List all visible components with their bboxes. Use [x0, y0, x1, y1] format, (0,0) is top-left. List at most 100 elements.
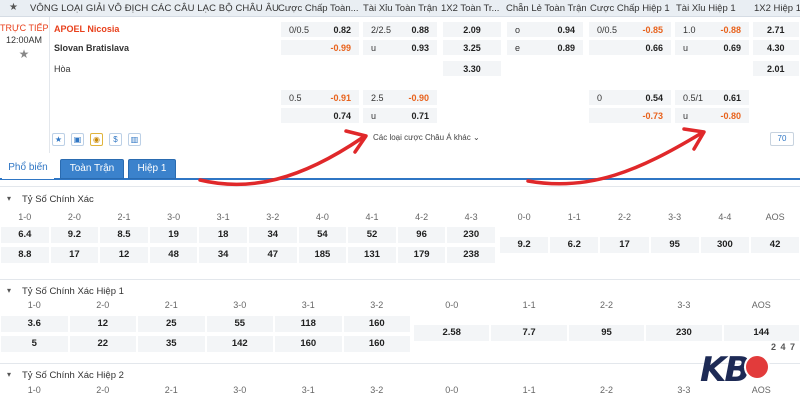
score-header: 1-1: [522, 385, 536, 395]
odds-hdp-ft-away[interactable]: -0.99: [280, 39, 360, 56]
coin-icon[interactable]: ◉: [90, 133, 103, 146]
odds-oe-ft-odd[interactable]: o 0.94: [506, 21, 584, 38]
score-odds-home[interactable]: 96: [396, 226, 447, 244]
score-header: 0-0: [445, 385, 459, 395]
tab-full-match[interactable]: Toàn Trận: [60, 159, 124, 179]
dollar-icon[interactable]: $: [109, 133, 122, 146]
score-odds-home[interactable]: 52: [347, 226, 397, 244]
score-odds-away[interactable]: 35: [137, 335, 206, 353]
alt-odds-hdp-h1-away[interactable]: -0.73: [588, 107, 672, 124]
score-odds-draw[interactable]: 17: [599, 236, 650, 254]
odds-1x2-h1-away[interactable]: 4.30: [752, 39, 800, 56]
score-odds-away[interactable]: 47: [248, 246, 298, 264]
score-odds-home[interactable]: 55: [205, 315, 274, 333]
tab-first-half[interactable]: Hiệp 1: [128, 159, 176, 179]
section-correct-score-h2[interactable]: ▾ Tỷ Số Chính Xác Hiệp 2: [0, 369, 800, 383]
score-odds-home[interactable]: 8.5: [99, 226, 149, 244]
odds-1x2-h1-home[interactable]: 2.71: [752, 21, 800, 38]
score-odds-home[interactable]: 3.6: [0, 315, 69, 333]
odds-1x2-ft-draw[interactable]: 3.30: [442, 60, 502, 77]
score-odds-away[interactable]: 131: [347, 246, 397, 264]
section-correct-score[interactable]: ▾ Tỷ Số Chính Xác: [0, 193, 800, 207]
score-odds-away[interactable]: 5: [0, 335, 69, 353]
score-odds-draw[interactable]: 95: [649, 236, 700, 254]
odds-hdp-ft-home[interactable]: 0/0.5 0.82: [280, 21, 360, 38]
score-odds-draw[interactable]: 300: [699, 236, 750, 254]
score-odds-away[interactable]: 160: [274, 335, 343, 353]
score-odds-away[interactable]: 48: [148, 246, 199, 264]
logo-number: 2 4 7: [770, 342, 796, 352]
stats-icon[interactable]: ▥: [128, 133, 141, 146]
odds-hdp-h1-away[interactable]: 0.66: [588, 39, 672, 56]
score-odds-away[interactable]: 160: [342, 335, 411, 353]
score-odds-away[interactable]: 185: [297, 246, 348, 264]
score-odds-home[interactable]: 54: [297, 226, 348, 244]
tv-icon[interactable]: ▣: [71, 133, 84, 146]
odds-hdp-h1-home[interactable]: 0/0.5 -0.85: [588, 21, 672, 38]
divider: [0, 186, 800, 187]
score-odds-away[interactable]: 17: [49, 246, 100, 264]
odds-1x2-h1-draw[interactable]: 2.01: [752, 60, 800, 77]
odds-oe-ft-even[interactable]: e 0.89: [506, 39, 584, 56]
score-header: 1-1: [567, 212, 581, 222]
alt-odds-hdp-ft-away[interactable]: 0.74: [280, 107, 360, 124]
odds-ou-h1-under[interactable]: u 0.69: [674, 39, 750, 56]
score-odds-away[interactable]: 12: [99, 246, 149, 264]
score-odds-away[interactable]: 34: [198, 246, 248, 264]
draw-label: Hòa: [54, 64, 71, 74]
alt-odds-ou-ft-over[interactable]: 2.5 -0.90: [362, 89, 438, 106]
score-odds-home[interactable]: 230: [446, 226, 496, 244]
score-header: 0-0: [517, 212, 531, 222]
alt-odds-hdp-h1-home[interactable]: 0 0.54: [588, 89, 672, 106]
score-header: 1-0: [27, 385, 41, 395]
tab-popular[interactable]: Phổ biến: [2, 159, 54, 179]
bet-type-tabs: Phổ biến Toàn Trận Hiệp 1: [0, 156, 800, 180]
score-odds-draw[interactable]: 9.2: [499, 236, 550, 254]
score-header: 0-0: [445, 300, 459, 310]
score-odds-home[interactable]: 9.2: [49, 226, 100, 244]
chevron-down-icon: ▾: [7, 370, 12, 379]
page-count-badge[interactable]: 70: [770, 132, 794, 146]
score-odds-away[interactable]: 22: [68, 335, 137, 353]
odds-1x2-ft-away[interactable]: 3.25: [442, 39, 502, 56]
score-odds-home[interactable]: 12: [68, 315, 137, 333]
alt-odds-ou-ft-under[interactable]: u 0.71: [362, 107, 438, 124]
favorite-league-star-icon[interactable]: ★: [9, 2, 18, 13]
score-odds-home[interactable]: 160: [342, 315, 411, 333]
col-1x2-ft: 1X2 Toàn Tr...: [441, 3, 500, 14]
league-header: ★ VÔNG LOẠI GIẢI VÔ ĐỊCH CÁC CÂU LẠC BỘ …: [0, 0, 800, 17]
odds-ou-h1-over[interactable]: 1.0 -0.88: [674, 21, 750, 38]
score-odds-draw[interactable]: 42: [750, 236, 800, 254]
logo-wordmark: KB: [700, 350, 750, 390]
favorite-match-star-icon[interactable]: ★: [0, 47, 48, 61]
star-icon[interactable]: ★: [52, 133, 65, 146]
score-header: 2-2: [599, 300, 613, 310]
section-correct-score-h1[interactable]: ▾ Tỷ Số Chính Xác Hiệp 1: [0, 285, 800, 299]
score-odds-away[interactable]: 142: [205, 335, 274, 353]
score-odds-home[interactable]: 19: [148, 226, 199, 244]
score-odds-away[interactable]: 8.8: [0, 246, 50, 264]
odds-ou-ft-under[interactable]: u 0.93: [362, 39, 438, 56]
score-odds-home[interactable]: 6.4: [0, 226, 50, 244]
score-odds-away[interactable]: 238: [446, 246, 496, 264]
score-header: 1-0: [18, 212, 32, 222]
alt-odds-ou-h1-over[interactable]: 0.5/1 0.61: [674, 89, 750, 106]
score-odds-home[interactable]: 34: [248, 226, 298, 244]
score-odds-draw[interactable]: 6.2: [549, 236, 600, 254]
score-odds-home[interactable]: 118: [274, 315, 343, 333]
score-header: 2-2: [599, 385, 613, 395]
odds-1x2-ft-home[interactable]: 2.09: [442, 21, 502, 38]
score-odds-draw[interactable]: 2.58: [413, 324, 491, 342]
divider: [49, 17, 50, 153]
score-odds-draw[interactable]: 7.7: [490, 324, 568, 342]
more-asian-bets-link[interactable]: Các loại cược Châu Á khác ⌄: [373, 133, 480, 142]
score-odds-home[interactable]: 18: [198, 226, 248, 244]
alt-odds-hdp-ft-home[interactable]: 0.5 -0.91: [280, 89, 360, 106]
match-row: TRỰC TIẾP 12:00AM ★ APOEL Nicosia Slovan…: [0, 17, 800, 153]
score-header: 2-0: [67, 212, 81, 222]
score-odds-home[interactable]: 25: [137, 315, 206, 333]
score-odds-away[interactable]: 179: [396, 246, 447, 264]
odds-ou-ft-over[interactable]: 2/2.5 0.88: [362, 21, 438, 38]
score-odds-draw[interactable]: 95: [567, 324, 646, 342]
alt-odds-ou-h1-under[interactable]: u -0.80: [674, 107, 750, 124]
